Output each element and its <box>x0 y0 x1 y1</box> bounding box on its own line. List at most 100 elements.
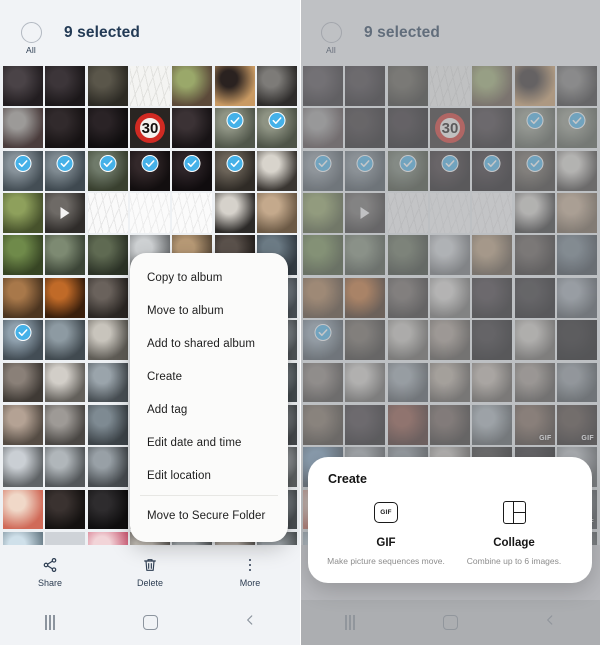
photo-thumbnail[interactable] <box>514 235 555 276</box>
photo-thumbnail[interactable] <box>172 66 213 106</box>
photo-thumbnail[interactable] <box>3 66 43 106</box>
photo-thumbnail[interactable] <box>557 277 597 318</box>
photo-thumbnail[interactable] <box>45 277 86 318</box>
photo-thumbnail[interactable] <box>430 320 470 361</box>
photo-thumbnail[interactable] <box>87 489 128 530</box>
photo-thumbnail[interactable] <box>387 150 428 191</box>
photo-thumbnail[interactable] <box>557 320 597 361</box>
selected-check-badge[interactable] <box>314 154 332 172</box>
photo-thumbnail[interactable] <box>3 108 43 149</box>
photo-thumbnail[interactable] <box>514 277 555 318</box>
menu-item[interactable]: Add to shared album <box>130 327 288 360</box>
photo-thumbnail[interactable] <box>514 66 555 106</box>
photo-thumbnail[interactable] <box>472 150 513 191</box>
photo-thumbnail[interactable] <box>303 66 343 106</box>
photo-thumbnail[interactable] <box>257 193 297 233</box>
photo-thumbnail[interactable] <box>214 193 255 233</box>
photo-thumbnail[interactable] <box>345 362 386 403</box>
back-button[interactable] <box>200 613 300 632</box>
photo-thumbnail[interactable] <box>303 277 343 318</box>
menu-item[interactable]: Move to album <box>130 294 288 327</box>
photo-thumbnail[interactable] <box>387 235 428 276</box>
photo-thumbnail[interactable] <box>472 193 513 233</box>
photo-thumbnail[interactable]: GIF <box>557 404 597 445</box>
photo-thumbnail[interactable] <box>557 150 597 191</box>
photo-thumbnail[interactable] <box>87 404 128 445</box>
photo-thumbnail[interactable] <box>387 193 428 233</box>
photo-thumbnail[interactable] <box>430 66 470 106</box>
photo-thumbnail[interactable] <box>557 193 597 233</box>
photo-thumbnail[interactable]: GIF <box>514 404 555 445</box>
recents-button[interactable] <box>0 615 100 630</box>
home-button[interactable] <box>100 615 200 630</box>
photo-thumbnail[interactable] <box>303 108 343 149</box>
photo-thumbnail[interactable] <box>172 150 213 191</box>
photo-thumbnail[interactable] <box>45 489 86 530</box>
selected-check-badge[interactable] <box>226 154 244 172</box>
more-options-context-menu[interactable]: Copy to album Move to album Add to shared … <box>130 253 288 542</box>
photo-thumbnail[interactable] <box>45 193 86 233</box>
photo-thumbnail[interactable] <box>3 447 43 488</box>
photo-thumbnail[interactable] <box>514 320 555 361</box>
photo-thumbnail[interactable] <box>472 66 513 106</box>
photo-thumbnail[interactable] <box>430 193 470 233</box>
photo-thumbnail[interactable] <box>303 404 343 445</box>
photo-thumbnail[interactable] <box>430 235 470 276</box>
menu-item[interactable]: Add tag <box>130 393 288 426</box>
menu-item[interactable]: Edit date and time <box>130 426 288 459</box>
photo-thumbnail[interactable] <box>387 404 428 445</box>
photo-thumbnail[interactable] <box>3 193 43 233</box>
selected-check-badge[interactable] <box>526 112 544 130</box>
recents-button[interactable] <box>300 615 400 630</box>
photo-thumbnail[interactable] <box>45 108 86 149</box>
photo-thumbnail[interactable] <box>87 320 128 361</box>
photo-thumbnail[interactable] <box>45 66 86 106</box>
home-button[interactable] <box>400 615 500 630</box>
photo-thumbnail[interactable] <box>303 362 343 403</box>
photo-thumbnail[interactable] <box>387 362 428 403</box>
photo-thumbnail[interactable] <box>257 150 297 191</box>
photo-thumbnail[interactable] <box>303 150 343 191</box>
photo-thumbnail[interactable] <box>303 193 343 233</box>
menu-item[interactable]: Move to Secure Folder <box>130 499 288 532</box>
photo-thumbnail[interactable] <box>345 108 386 149</box>
photo-thumbnail[interactable] <box>172 108 213 149</box>
photo-thumbnail[interactable] <box>303 235 343 276</box>
selected-check-badge[interactable] <box>183 154 201 172</box>
photo-thumbnail[interactable] <box>45 447 86 488</box>
photo-thumbnail[interactable] <box>172 193 213 233</box>
circle-unchecked-icon[interactable] <box>320 22 342 43</box>
photo-thumbnail[interactable] <box>472 277 513 318</box>
photo-thumbnail[interactable]: 30 <box>130 108 170 149</box>
selected-check-badge[interactable] <box>568 112 586 130</box>
selected-check-badge[interactable] <box>399 154 417 172</box>
photo-thumbnail[interactable] <box>472 320 513 361</box>
photo-thumbnail[interactable] <box>45 362 86 403</box>
photo-thumbnail[interactable] <box>3 489 43 530</box>
photo-thumbnail[interactable] <box>45 320 86 361</box>
photo-thumbnail[interactable] <box>87 66 128 106</box>
photo-thumbnail[interactable] <box>214 66 255 106</box>
photo-thumbnail[interactable] <box>430 404 470 445</box>
selected-check-badge[interactable] <box>14 154 32 172</box>
photo-thumbnail[interactable] <box>87 108 128 149</box>
photo-thumbnail[interactable] <box>472 404 513 445</box>
delete-button[interactable]: Delete <box>100 557 200 588</box>
photo-thumbnail[interactable] <box>345 150 386 191</box>
photo-thumbnail[interactable] <box>87 277 128 318</box>
photo-thumbnail[interactable] <box>3 235 43 276</box>
selected-check-badge[interactable] <box>141 154 159 172</box>
photo-thumbnail[interactable] <box>130 150 170 191</box>
photo-thumbnail[interactable] <box>345 193 386 233</box>
photo-thumbnail[interactable] <box>87 362 128 403</box>
photo-thumbnail[interactable] <box>45 150 86 191</box>
photo-thumbnail[interactable] <box>345 320 386 361</box>
selected-check-badge[interactable] <box>314 324 332 342</box>
photo-thumbnail[interactable] <box>3 404 43 445</box>
more-button[interactable]: More <box>200 557 300 588</box>
photo-thumbnail[interactable] <box>472 235 513 276</box>
photo-thumbnail[interactable] <box>87 235 128 276</box>
select-all-button[interactable]: All <box>314 22 348 55</box>
selected-check-badge[interactable] <box>56 154 74 172</box>
selected-check-badge[interactable] <box>268 112 286 130</box>
